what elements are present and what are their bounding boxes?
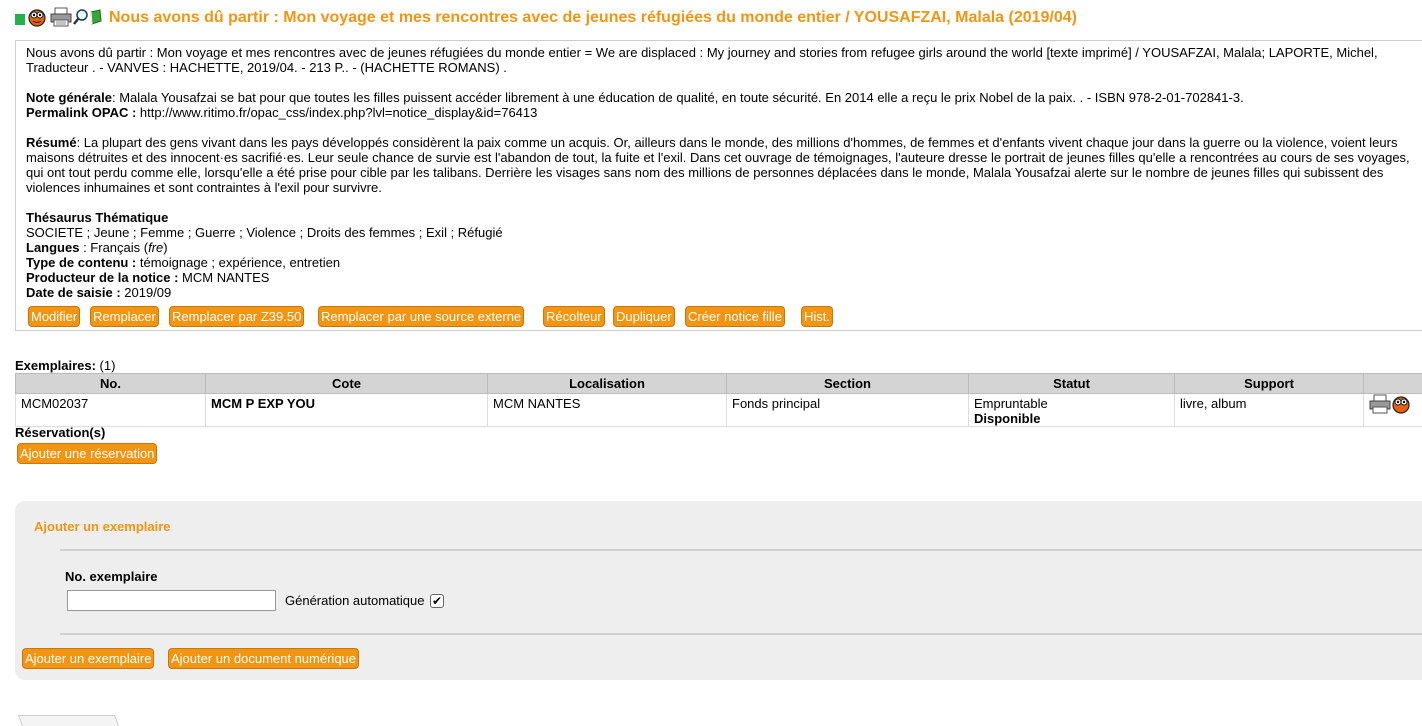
producteur: Producteur de la notice : MCM NANTES — [26, 270, 1422, 285]
bug-icon[interactable] — [1391, 394, 1411, 417]
date-saisie: Date de saisie : 2019/09 — [26, 285, 1422, 300]
langues-close: ) — [163, 240, 167, 255]
thesaurus-value: SOCIETE ; Jeune ; Femme ; Guerre ; Viole… — [26, 225, 1422, 240]
page-title: Nous avons dû partir : Mon voyage et mes… — [109, 9, 1077, 27]
add-exemplaire-title: Ajouter un exemplaire — [34, 519, 171, 534]
creer-notice-fille-button[interactable]: Créer notice fille — [685, 306, 785, 327]
langues: Langues : Français (fre) — [26, 240, 1422, 255]
exemplaires-heading: Exemplaires: (1) — [15, 358, 115, 373]
permalink: Permalink OPAC : http://www.ritimo.fr/op… — [26, 105, 1422, 120]
bookmark-icon[interactable] — [89, 9, 103, 28]
exemplaires-count: (1) — [96, 358, 116, 373]
remplacer-z3950-button[interactable]: Remplacer par Z39.50 — [169, 306, 304, 327]
column-header-no[interactable]: No. — [16, 374, 206, 394]
green-square-icon[interactable] — [15, 14, 25, 25]
column-header-support[interactable]: Support — [1175, 374, 1364, 394]
exemplaires-label: Exemplaires: — [15, 358, 96, 373]
date-saisie-value: 2019/09 — [121, 285, 172, 300]
printer-icon[interactable] — [1369, 394, 1391, 417]
remplacer-externe-button[interactable]: Remplacer par une source externe — [318, 306, 524, 327]
column-header-localisation[interactable]: Localisation — [488, 374, 727, 394]
statut-empruntable: Empruntable — [974, 396, 1169, 411]
add-numeric-document-button[interactable]: Ajouter un document numérique — [168, 648, 359, 669]
auto-generation-checkbox[interactable]: ✔ — [430, 594, 444, 608]
notice-header: Nous avons dû partir : Mon voyage et mes… — [15, 8, 1077, 28]
permalink-value: http://www.ritimo.fr/opac_css/index.php?… — [140, 105, 537, 120]
cell-cote: MCM P EXP YOU — [206, 394, 488, 427]
column-header-statut[interactable]: Statut — [969, 374, 1175, 394]
bug-icon[interactable] — [27, 7, 47, 30]
auto-generation-label: Génération automatique — [285, 593, 424, 608]
column-header-section[interactable]: Section — [727, 374, 969, 394]
divider — [60, 549, 1422, 551]
note-generale: Note générale: Malala Yousafzai se bat p… — [26, 90, 1422, 105]
thesaurus-label: Thésaurus Thématique — [26, 210, 1422, 225]
dupliquer-button[interactable]: Dupliquer — [613, 306, 675, 327]
langues-label: Langues — [26, 240, 79, 255]
recolteur-button[interactable]: Récolteur — [543, 306, 605, 327]
resume-value: : La plupart des gens vivant dans les pa… — [26, 135, 1410, 195]
cell-no: MCM02037 — [16, 394, 206, 427]
table-row[interactable]: MCM02037 MCM P EXP YOU MCM NANTES Fonds … — [16, 394, 1422, 427]
hist-button[interactable]: Hist. — [801, 306, 833, 327]
exemplaire-number-label: No. exemplaire — [65, 569, 158, 584]
magnifier-icon[interactable] — [73, 8, 89, 29]
notice-description: Nous avons dû partir : Mon voyage et mes… — [26, 45, 1422, 75]
exemplaire-number-input[interactable] — [67, 590, 276, 611]
cell-statut: Empruntable Disponible — [969, 394, 1175, 427]
statut-disponible: Disponible — [974, 411, 1169, 426]
exemplaires-table: No. Cote Localisation Section Statut Sup… — [15, 373, 1422, 427]
thesaurus-label-text: Thésaurus Thématique — [26, 210, 168, 225]
printer-icon[interactable] — [50, 7, 72, 30]
add-exemplaire-panel: Ajouter un exemplaire No. exemplaire Gén… — [15, 501, 1422, 680]
column-header-actions — [1364, 374, 1422, 394]
add-reservation-button[interactable]: Ajouter une réservation — [17, 443, 157, 464]
add-exemplaire-button[interactable]: Ajouter un exemplaire — [22, 648, 154, 669]
type-contenu-value: témoignage ; expérience, entretien — [136, 255, 340, 270]
langues-code: fre — [148, 240, 163, 255]
table-header-row: No. Cote Localisation Section Statut Sup… — [16, 374, 1422, 394]
note-generale-label: Note générale — [26, 90, 112, 105]
permalink-label: Permalink OPAC : — [26, 105, 136, 120]
producteur-label: Producteur de la notice : — [26, 270, 178, 285]
modifier-button[interactable]: Modifier — [28, 306, 80, 327]
resume-label: Résumé — [26, 135, 77, 150]
producteur-value: MCM NANTES — [178, 270, 269, 285]
column-header-cote[interactable]: Cote — [206, 374, 488, 394]
cell-support: livre, album — [1175, 394, 1364, 427]
cell-localisation: MCM NANTES — [488, 394, 727, 427]
reservations-heading: Réservation(s) — [15, 425, 105, 440]
type-contenu: Type de contenu : témoignage ; expérienc… — [26, 255, 1422, 270]
notice-details: Nous avons dû partir : Mon voyage et mes… — [15, 40, 1422, 331]
resume: Résumé: La plupart des gens vivant dans … — [26, 135, 1422, 195]
note-generale-value: : Malala Yousafzai se bat pour que toute… — [112, 90, 1244, 105]
cell-actions — [1364, 394, 1422, 427]
date-saisie-label: Date de saisie : — [26, 285, 121, 300]
langues-value: : Français ( — [79, 240, 148, 255]
type-contenu-label: Type de contenu : — [26, 255, 136, 270]
divider — [60, 633, 1422, 635]
cell-section: Fonds principal — [727, 394, 969, 427]
remplacer-button[interactable]: Remplacer — [90, 306, 159, 327]
